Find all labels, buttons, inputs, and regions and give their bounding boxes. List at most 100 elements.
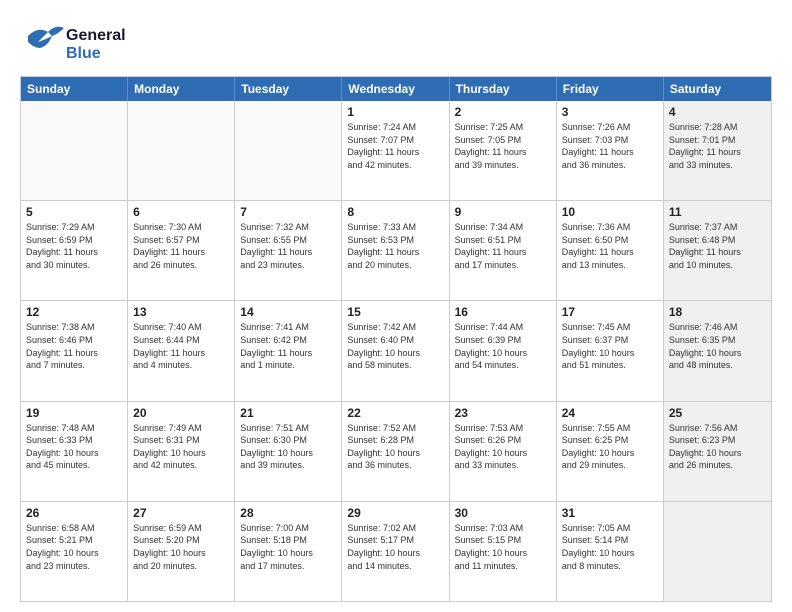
calendar-cell-r0c3: 1 Sunrise: 7:24 AM Sunset: 7:07 PM Daylig… [342, 101, 449, 200]
day-number: 11 [669, 205, 766, 219]
day-number: 12 [26, 305, 122, 319]
calendar-cell-r2c1: 13 Sunrise: 7:40 AM Sunset: 6:44 PM Dayli… [128, 301, 235, 400]
day-info: Sunrise: 7:45 AM Sunset: 6:37 PM Dayligh… [562, 321, 658, 371]
day-number: 20 [133, 406, 229, 420]
calendar-cell-r2c6: 18 Sunrise: 7:46 AM Sunset: 6:35 PM Dayli… [664, 301, 771, 400]
day-number: 2 [455, 105, 551, 119]
day-info: Sunrise: 7:03 AM Sunset: 5:15 PM Dayligh… [455, 522, 551, 572]
day-info: Sunrise: 6:59 AM Sunset: 5:20 PM Dayligh… [133, 522, 229, 572]
day-number: 29 [347, 506, 443, 520]
day-number: 23 [455, 406, 551, 420]
day-info: Sunrise: 7:42 AM Sunset: 6:40 PM Dayligh… [347, 321, 443, 371]
calendar: Sunday Monday Tuesday Wednesday Thursday… [20, 76, 772, 602]
weekday-monday: Monday [128, 77, 235, 101]
calendar-row-3: 12 Sunrise: 7:38 AM Sunset: 6:46 PM Dayli… [21, 300, 771, 400]
calendar-cell-r2c3: 15 Sunrise: 7:42 AM Sunset: 6:40 PM Dayli… [342, 301, 449, 400]
calendar-cell-r3c4: 23Sunrise: 7:53 AM Sunset: 6:26 PM Dayli… [450, 402, 557, 501]
calendar-cell-r1c3: 8Sunrise: 7:33 AM Sunset: 6:53 PM Daylig… [342, 201, 449, 300]
day-info: Sunrise: 7:38 AM Sunset: 6:46 PM Dayligh… [26, 321, 122, 371]
day-info: Sunrise: 7:37 AM Sunset: 6:48 PM Dayligh… [669, 221, 766, 271]
day-number: 27 [133, 506, 229, 520]
calendar-cell-r2c4: 16Sunrise: 7:44 AM Sunset: 6:39 PM Dayli… [450, 301, 557, 400]
weekday-wednesday: Wednesday [342, 77, 449, 101]
calendar-cell-r2c5: 17 Sunrise: 7:45 AM Sunset: 6:37 PM Dayli… [557, 301, 664, 400]
day-info: Sunrise: 7:49 AM Sunset: 6:31 PM Dayligh… [133, 422, 229, 472]
calendar-cell-r1c6: 11 Sunrise: 7:37 AM Sunset: 6:48 PM Dayli… [664, 201, 771, 300]
calendar-cell-r0c6: 4Sunrise: 7:28 AM Sunset: 7:01 PM Daylig… [664, 101, 771, 200]
day-number: 24 [562, 406, 658, 420]
day-info: Sunrise: 7:24 AM Sunset: 7:07 PM Dayligh… [347, 121, 443, 171]
calendar-cell-r0c0 [21, 101, 128, 200]
day-info: Sunrise: 7:51 AM Sunset: 6:30 PM Dayligh… [240, 422, 336, 472]
day-number: 7 [240, 205, 336, 219]
day-info: Sunrise: 7:55 AM Sunset: 6:25 PM Dayligh… [562, 422, 658, 472]
calendar-cell-r3c2: 21 Sunrise: 7:51 AM Sunset: 6:30 PM Dayli… [235, 402, 342, 501]
calendar-cell-r1c0: 5 Sunrise: 7:29 AM Sunset: 6:59 PM Daylig… [21, 201, 128, 300]
calendar-cell-r3c0: 19 Sunrise: 7:48 AM Sunset: 6:33 PM Dayli… [21, 402, 128, 501]
calendar-row-4: 19 Sunrise: 7:48 AM Sunset: 6:33 PM Dayli… [21, 401, 771, 501]
day-number: 5 [26, 205, 122, 219]
calendar-cell-r4c2: 28 Sunrise: 7:00 AM Sunset: 5:18 PM Dayli… [235, 502, 342, 601]
calendar-cell-r4c1: 27 Sunrise: 6:59 AM Sunset: 5:20 PM Dayli… [128, 502, 235, 601]
day-number: 9 [455, 205, 551, 219]
calendar-cell-r0c5: 3Sunrise: 7:26 AM Sunset: 7:03 PM Daylig… [557, 101, 664, 200]
day-info: Sunrise: 7:25 AM Sunset: 7:05 PM Dayligh… [455, 121, 551, 171]
day-number: 21 [240, 406, 336, 420]
day-number: 18 [669, 305, 766, 319]
weekday-thursday: Thursday [450, 77, 557, 101]
calendar-cell-r1c4: 9 Sunrise: 7:34 AM Sunset: 6:51 PM Daylig… [450, 201, 557, 300]
day-number: 4 [669, 105, 766, 119]
calendar-cell-r3c5: 24 Sunrise: 7:55 AM Sunset: 6:25 PM Dayli… [557, 402, 664, 501]
day-info: Sunrise: 7:29 AM Sunset: 6:59 PM Dayligh… [26, 221, 122, 271]
day-number: 13 [133, 305, 229, 319]
calendar-cell-r3c3: 22Sunrise: 7:52 AM Sunset: 6:28 PM Dayli… [342, 402, 449, 501]
calendar-cell-r0c4: 2 Sunrise: 7:25 AM Sunset: 7:05 PM Daylig… [450, 101, 557, 200]
day-number: 6 [133, 205, 229, 219]
day-number: 17 [562, 305, 658, 319]
calendar-cell-r0c2 [235, 101, 342, 200]
header: General Blue [20, 18, 772, 66]
calendar-cell-r2c0: 12 Sunrise: 7:38 AM Sunset: 6:46 PM Dayli… [21, 301, 128, 400]
svg-text:Blue: Blue [66, 45, 101, 62]
calendar-row-5: 26Sunrise: 6:58 AM Sunset: 5:21 PM Dayli… [21, 501, 771, 601]
calendar-header: Sunday Monday Tuesday Wednesday Thursday… [21, 77, 771, 101]
weekday-friday: Friday [557, 77, 664, 101]
calendar-cell-r1c2: 7 Sunrise: 7:32 AM Sunset: 6:55 PM Daylig… [235, 201, 342, 300]
day-number: 16 [455, 305, 551, 319]
day-number: 25 [669, 406, 766, 420]
calendar-body: 1 Sunrise: 7:24 AM Sunset: 7:07 PM Daylig… [21, 101, 771, 601]
calendar-cell-r4c0: 26Sunrise: 6:58 AM Sunset: 5:21 PM Dayli… [21, 502, 128, 601]
calendar-cell-r0c1 [128, 101, 235, 200]
day-number: 31 [562, 506, 658, 520]
day-info: Sunrise: 7:46 AM Sunset: 6:35 PM Dayligh… [669, 321, 766, 371]
day-number: 19 [26, 406, 122, 420]
calendar-cell-r4c6 [664, 502, 771, 601]
day-info: Sunrise: 7:00 AM Sunset: 5:18 PM Dayligh… [240, 522, 336, 572]
day-info: Sunrise: 7:05 AM Sunset: 5:14 PM Dayligh… [562, 522, 658, 572]
day-info: Sunrise: 7:33 AM Sunset: 6:53 PM Dayligh… [347, 221, 443, 271]
day-number: 15 [347, 305, 443, 319]
calendar-cell-r2c2: 14Sunrise: 7:41 AM Sunset: 6:42 PM Dayli… [235, 301, 342, 400]
day-info: Sunrise: 7:48 AM Sunset: 6:33 PM Dayligh… [26, 422, 122, 472]
day-info: Sunrise: 7:34 AM Sunset: 6:51 PM Dayligh… [455, 221, 551, 271]
calendar-cell-r3c6: 25Sunrise: 7:56 AM Sunset: 6:23 PM Dayli… [664, 402, 771, 501]
calendar-cell-r4c5: 31 Sunrise: 7:05 AM Sunset: 5:14 PM Dayli… [557, 502, 664, 601]
day-number: 26 [26, 506, 122, 520]
calendar-cell-r1c1: 6 Sunrise: 7:30 AM Sunset: 6:57 PM Daylig… [128, 201, 235, 300]
day-info: Sunrise: 7:40 AM Sunset: 6:44 PM Dayligh… [133, 321, 229, 371]
weekday-tuesday: Tuesday [235, 77, 342, 101]
day-number: 1 [347, 105, 443, 119]
calendar-row-2: 5 Sunrise: 7:29 AM Sunset: 6:59 PM Daylig… [21, 200, 771, 300]
day-info: Sunrise: 7:36 AM Sunset: 6:50 PM Dayligh… [562, 221, 658, 271]
calendar-cell-r1c5: 10Sunrise: 7:36 AM Sunset: 6:50 PM Dayli… [557, 201, 664, 300]
day-info: Sunrise: 7:41 AM Sunset: 6:42 PM Dayligh… [240, 321, 336, 371]
svg-text:General: General [66, 27, 126, 44]
calendar-cell-r3c1: 20 Sunrise: 7:49 AM Sunset: 6:31 PM Dayli… [128, 402, 235, 501]
day-info: Sunrise: 7:30 AM Sunset: 6:57 PM Dayligh… [133, 221, 229, 271]
day-number: 28 [240, 506, 336, 520]
calendar-cell-r4c3: 29Sunrise: 7:02 AM Sunset: 5:17 PM Dayli… [342, 502, 449, 601]
day-info: Sunrise: 7:32 AM Sunset: 6:55 PM Dayligh… [240, 221, 336, 271]
weekday-sunday: Sunday [21, 77, 128, 101]
day-info: Sunrise: 7:52 AM Sunset: 6:28 PM Dayligh… [347, 422, 443, 472]
calendar-cell-r4c4: 30Sunrise: 7:03 AM Sunset: 5:15 PM Dayli… [450, 502, 557, 601]
